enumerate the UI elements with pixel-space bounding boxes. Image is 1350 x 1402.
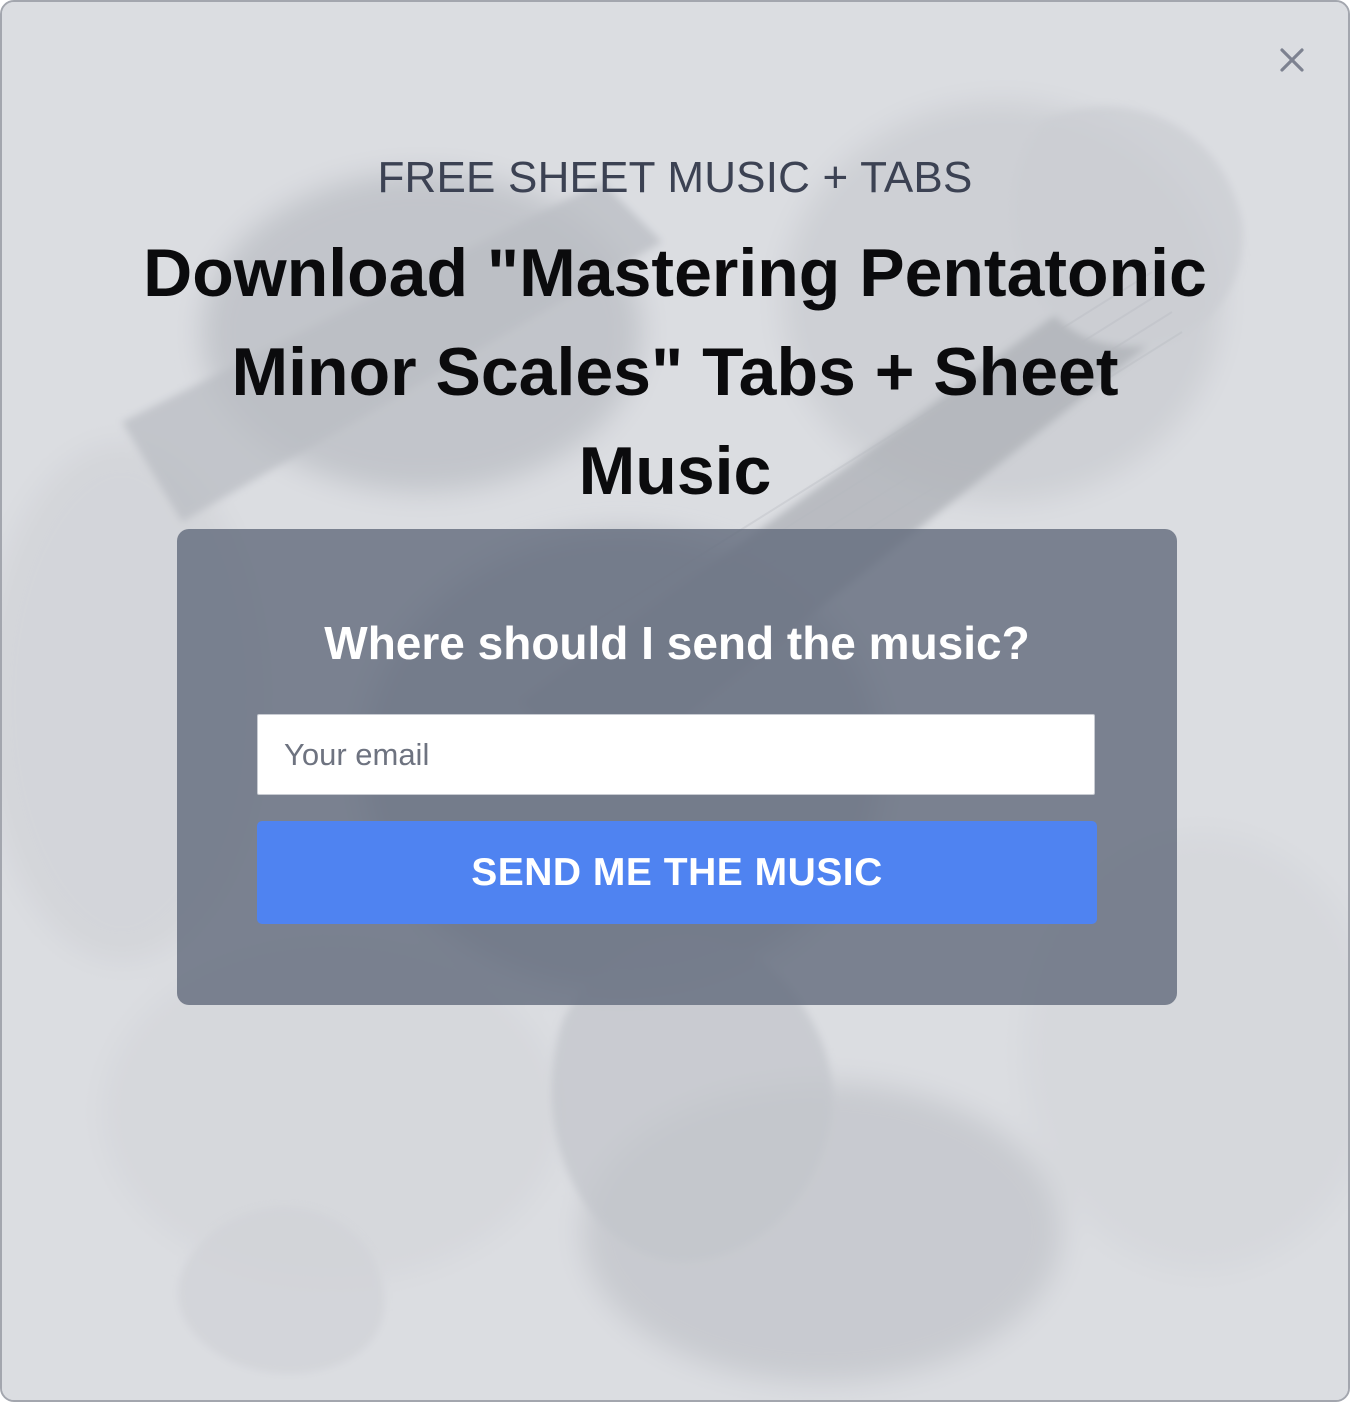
email-input[interactable] [257,714,1095,795]
signup-form: Where should I send the music? SEND ME T… [177,529,1177,1005]
popup-modal: FREE SHEET MUSIC + TABS Download "Master… [0,0,1350,1402]
eyebrow-text: FREE SHEET MUSIC + TABS [377,153,973,202]
form-question: Where should I send the music? [324,617,1030,669]
close-button[interactable] [1272,40,1312,80]
send-music-button[interactable]: SEND ME THE MUSIC [257,821,1097,924]
close-icon [1280,48,1304,72]
headline: Download "Mastering Pentatonic Minor Sca… [143,235,1207,509]
